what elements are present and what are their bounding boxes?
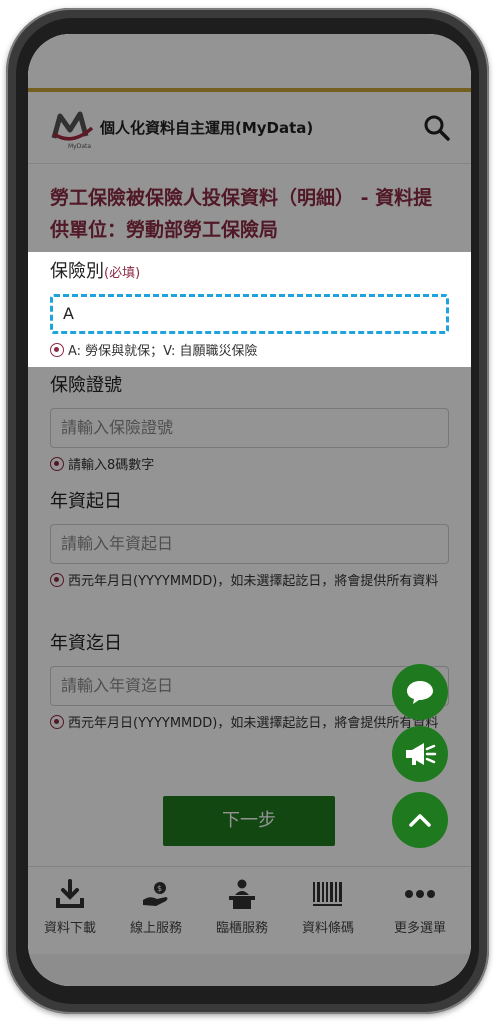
field-hint: A: 勞保與就保；V: 自願職災保險 [50,342,449,362]
insurance-type-input[interactable]: A [50,294,449,334]
chevron-up-icon [409,814,431,827]
info-icon [50,343,64,357]
required-marker: (必填) [104,266,141,281]
scroll-top-button[interactable] [392,792,448,848]
chat-button[interactable] [392,664,448,720]
phone-screen: MyData 個人化資料自主運用(MyData) 勞工保險被保險人投保資料（明細… [28,34,471,986]
announcement-button[interactable] [392,726,448,782]
dim-overlay-top [28,34,471,252]
announcement-icon [406,743,437,765]
chat-icon [407,681,433,704]
field-label: 保險別(必填) [50,261,141,282]
field-insurance-type: 保險別(必填) A A: 勞保與就保；V: 自願職災保險 [28,258,471,362]
